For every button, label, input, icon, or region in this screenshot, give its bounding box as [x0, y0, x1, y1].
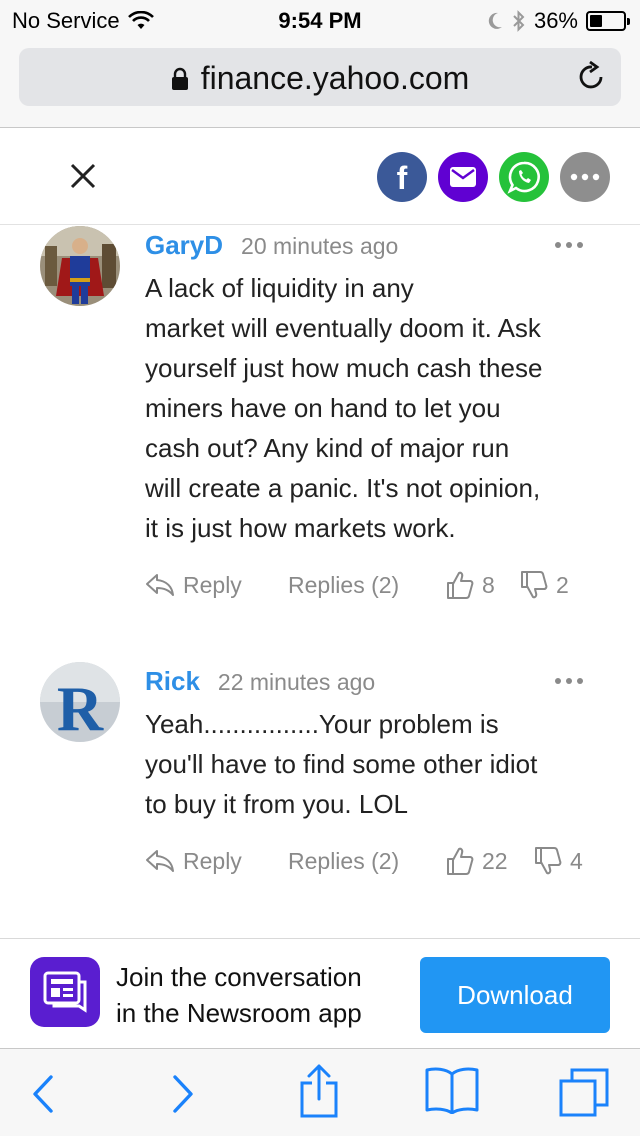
comment-line: miners have on hand to let you: [145, 393, 501, 423]
downvote-button[interactable]: 4: [534, 846, 583, 876]
chevron-left-icon: [33, 1075, 53, 1113]
comment-line: cash out? Any kind of major run: [145, 433, 510, 463]
replies-button[interactable]: Replies (2): [288, 572, 446, 599]
comment-body: A lack of liquidity in any market will e…: [145, 268, 615, 548]
comment: GaryD 20 minutes ago A lack of liquidity…: [0, 226, 640, 646]
share-button[interactable]: [294, 1061, 344, 1121]
tabs-button[interactable]: [556, 1065, 612, 1121]
newsroom-app-icon[interactable]: [30, 957, 100, 1027]
comment-line: it is just how markets work.: [145, 513, 456, 543]
comment-line: A lack of liquidity in any: [145, 273, 414, 303]
close-button[interactable]: [66, 159, 100, 193]
letter-r-avatar-image: R: [40, 662, 120, 742]
comment-more-button[interactable]: [554, 236, 584, 254]
downvote-count: 2: [556, 571, 569, 598]
battery-icon: [586, 11, 630, 31]
comment-line: market will eventually doom it. Ask: [145, 313, 541, 343]
thumbs-down-icon: [535, 847, 562, 875]
comment-line: Yeah................Your problem is: [145, 709, 499, 739]
comment: R Rick 22 minutes ago Yeah..............…: [0, 662, 640, 922]
moon-icon: [486, 11, 504, 31]
browser-toolbar: [0, 1048, 640, 1136]
address-bar[interactable]: finance.yahoo.com: [19, 48, 621, 106]
reload-button[interactable]: [577, 60, 607, 97]
upvote-button[interactable]: 22: [446, 846, 534, 876]
thumbs-up-icon: [447, 571, 474, 599]
upvote-button[interactable]: 8: [446, 570, 520, 600]
comment-line: you'll have to find some other idiot: [145, 749, 538, 779]
email-share-button[interactable]: [438, 152, 488, 202]
comment-body: Yeah................Your problem is you'…: [145, 704, 615, 824]
upvote-count: 8: [482, 571, 495, 598]
replies-button[interactable]: Replies (2): [288, 848, 446, 875]
superhero-avatar-image: [40, 226, 120, 306]
avatar-letter: R: [57, 673, 104, 742]
download-button[interactable]: Download: [420, 957, 610, 1033]
whatsapp-icon: [507, 161, 540, 194]
downvote-count: 4: [570, 847, 583, 874]
url-display[interactable]: finance.yahoo.com: [19, 60, 621, 97]
bookmarks-button[interactable]: [422, 1065, 482, 1115]
svg-text:f: f: [397, 160, 408, 196]
battery-fill: [590, 15, 602, 27]
facebook-icon: f: [397, 160, 408, 196]
comment-author[interactable]: Rick: [145, 666, 200, 697]
more-share-button[interactable]: [560, 152, 610, 202]
reply-button[interactable]: Reply: [145, 848, 288, 875]
downvote-button[interactable]: 2: [520, 570, 569, 600]
reply-arrow-icon: [146, 574, 174, 596]
comment-line: to buy it from you. LOL: [145, 789, 409, 819]
whatsapp-share-button[interactable]: [499, 152, 549, 202]
reply-label: Reply: [183, 847, 242, 874]
ellipsis-icon: [570, 173, 600, 181]
banner-line-2: in the Newsroom app: [116, 998, 362, 1028]
facebook-share-button[interactable]: f: [377, 152, 427, 202]
tabs-icon: [559, 1068, 609, 1117]
comment-actions: Reply Replies (2) 8 2: [145, 570, 569, 600]
comment-line: yourself just how much cash these: [145, 353, 543, 383]
back-button[interactable]: [18, 1069, 68, 1119]
upvote-count: 22: [482, 847, 508, 874]
chevron-right-icon: [173, 1075, 193, 1113]
comment-actions: Reply Replies (2) 22 4: [145, 846, 583, 876]
ellipsis-icon: [555, 678, 583, 684]
avatar[interactable]: R: [40, 662, 120, 742]
status-right: 36%: [486, 8, 630, 34]
comment-time: 20 minutes ago: [241, 233, 399, 259]
comment-time: 22 minutes ago: [217, 669, 376, 695]
lock-icon: [171, 67, 189, 91]
share-icons: f: [377, 152, 610, 202]
battery-percent: 36%: [533, 8, 578, 33]
share-icon: [300, 1064, 338, 1118]
share-header: f: [0, 129, 640, 225]
reply-arrow-icon: [146, 850, 174, 872]
reply-label: Reply: [183, 571, 242, 598]
status-bar: No Service 9:54 PM 36%: [0, 0, 640, 40]
forward-button[interactable]: [158, 1069, 208, 1119]
open-book-icon: [425, 1067, 479, 1114]
banner-line-1: Join the conversation: [116, 962, 362, 992]
envelope-icon: [450, 167, 476, 187]
replies-label: Replies (2): [288, 847, 400, 874]
url-text: finance.yahoo.com: [200, 60, 470, 96]
thumbs-down-icon: [521, 571, 548, 599]
app-promo-banner: Join the conversation in the Newsroom ap…: [0, 938, 640, 1048]
browser-address-area: finance.yahoo.com: [0, 40, 640, 128]
avatar[interactable]: [40, 226, 120, 306]
bluetooth-icon: [512, 10, 526, 32]
comment-author[interactable]: GaryD: [145, 230, 223, 261]
reply-button[interactable]: Reply: [145, 572, 288, 599]
thumbs-up-icon: [447, 847, 474, 875]
comment-header: Rick 22 minutes ago: [145, 666, 375, 697]
comment-header: GaryD 20 minutes ago: [145, 230, 398, 261]
comment-more-button[interactable]: [554, 672, 584, 690]
comment-line: will create a panic. It's not opinion,: [145, 473, 541, 503]
replies-label: Replies (2): [288, 571, 400, 598]
ellipsis-icon: [555, 242, 583, 248]
banner-text: Join the conversation in the Newsroom ap…: [116, 959, 406, 1031]
